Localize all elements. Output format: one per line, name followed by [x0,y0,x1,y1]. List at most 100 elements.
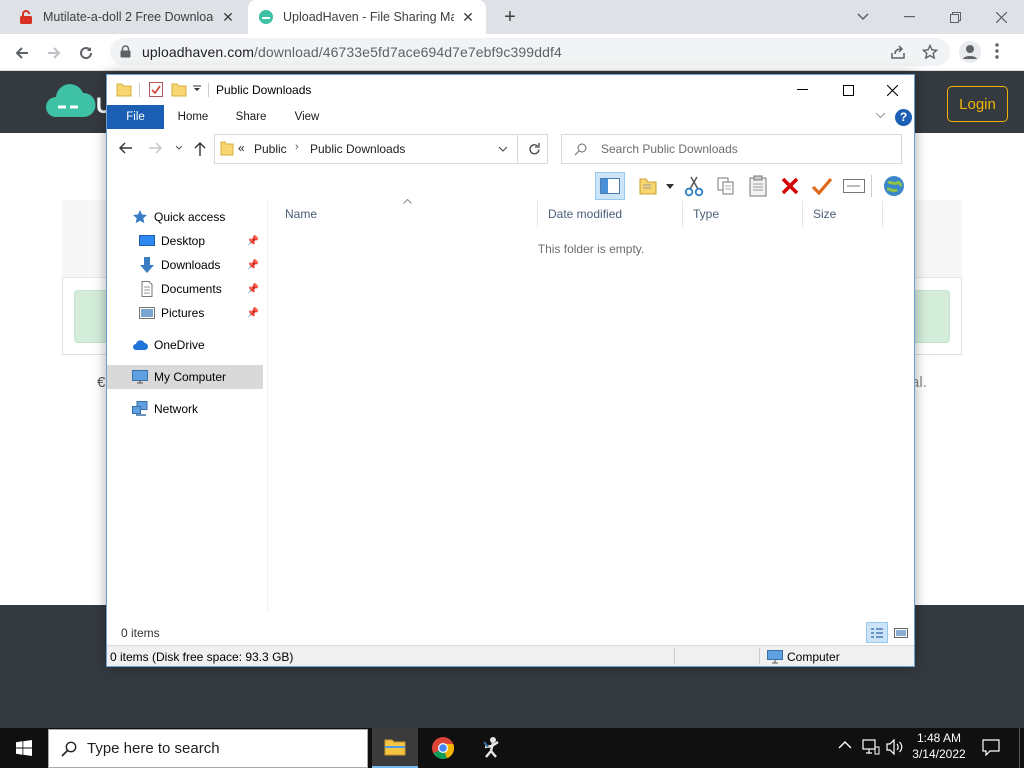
pane-splitter[interactable] [267,201,268,611]
browser-tab-inactive[interactable]: Mutilate-a-doll 2 Free Download ✕ [8,0,246,34]
explorer-window-title: Public Downloads [216,83,312,97]
url-host: uploadhaven.com [142,44,255,60]
column-date-modified[interactable]: Date modified [538,201,683,227]
nav-documents[interactable]: Documents 📌 [139,277,263,301]
close-tab-icon[interactable]: ✕ [220,9,236,25]
cut-scissors-icon[interactable] [681,173,707,199]
file-list-header: Name Date modified Type Size [275,199,884,227]
details-view-icon[interactable] [866,622,888,643]
network-tray-icon[interactable] [862,739,880,755]
details-status-bar: 0 items (Disk free space: 93.3 GB) Compu… [107,645,914,666]
notification-center-icon[interactable] [982,739,1000,756]
nav-network[interactable]: Network [132,397,262,421]
breadcrumb-separator-icon[interactable]: › [295,141,299,153]
new-tab-button[interactable]: + [498,6,522,30]
reload-icon[interactable] [73,40,99,66]
browser-tab-bar: Mutilate-a-doll 2 Free Download ✕ Upload… [0,0,1024,34]
forward-arrow-icon[interactable] [41,40,67,66]
bookmark-star-icon[interactable] [922,44,938,60]
breadcrumb-public[interactable]: Public [254,142,287,156]
chrome-taskbar-icon[interactable] [420,728,466,768]
pin-icon: 📌 [246,307,259,319]
explorer-search-box[interactable]: Search Public Downloads [561,134,902,164]
checkmark-icon[interactable] [809,173,835,199]
uploadhaven-logo-icon[interactable] [44,79,96,123]
explorer-back-icon[interactable] [119,141,133,155]
close-tab-icon[interactable]: ✕ [460,9,476,25]
pin-icon: 📌 [246,235,259,247]
ribbon-tab-view[interactable]: View [283,105,331,129]
show-desktop-button[interactable] [1019,728,1020,768]
file-explorer-taskbar-icon[interactable] [372,728,418,768]
explorer-close-icon[interactable] [869,75,915,105]
nav-desktop[interactable]: Desktop 📌 [139,229,263,253]
close-window-icon[interactable] [978,0,1024,34]
minimize-icon[interactable] [886,0,932,34]
paste-clipboard-icon[interactable] [745,173,771,199]
nav-my-computer[interactable]: My Computer [107,365,263,389]
page-text-left: € [97,374,106,391]
ribbon-tab-share[interactable]: Share [225,105,277,129]
status-location: Computer [787,650,840,664]
download-arrow-icon [139,257,155,273]
share-icon[interactable] [890,44,906,60]
desktop-icon [139,233,155,249]
kebab-menu-icon[interactable] [995,43,999,59]
nav-onedrive[interactable]: OneDrive [132,333,262,357]
properties-checkmark-icon[interactable] [149,82,163,97]
status-bar: 0 items [107,622,914,644]
taskbar-clock[interactable]: 1:48 AM 3/14/2022 [908,731,970,761]
browser-tab-active[interactable]: UploadHaven - File Sharing Mad ✕ [248,0,486,34]
start-button-windows-icon[interactable] [0,728,48,768]
browser-toolbar: uploadhaven.com/download/46733e5fd7ace69… [0,34,1024,71]
globe-icon[interactable] [881,173,907,199]
nav-quick-access[interactable]: Quick access [132,205,262,229]
qat-dropdown-icon[interactable] [193,85,201,93]
item-count: 0 items [121,626,160,640]
new-folder-toolbar-icon[interactable] [635,173,661,199]
copy-icon[interactable] [713,173,739,199]
address-dropdown-icon[interactable] [498,146,508,152]
explorer-maximize-icon[interactable] [825,75,871,105]
volume-icon[interactable] [886,739,904,755]
address-divider [517,135,518,163]
large-icons-view-icon[interactable] [890,622,912,643]
lock-icon [120,45,131,58]
delete-x-icon[interactable] [777,173,803,199]
refresh-icon[interactable] [528,142,541,156]
explorer-address-bar[interactable]: « Public › Public Downloads [214,134,548,164]
nav-downloads[interactable]: Downloads 📌 [139,253,263,277]
back-arrow-icon[interactable] [9,40,35,66]
new-folder-dropdown-icon[interactable] [663,173,677,199]
tab-search-icon[interactable] [840,0,886,34]
explorer-forward-icon[interactable] [148,141,162,155]
game-app-taskbar-icon[interactable] [468,728,514,768]
address-bar[interactable]: uploadhaven.com/download/46733e5fd7ace69… [110,38,950,66]
restore-icon[interactable] [932,0,978,34]
login-button[interactable]: Login [947,86,1008,122]
recent-locations-icon[interactable] [175,145,183,151]
expand-ribbon-chevron-icon[interactable] [875,112,886,119]
up-arrow-icon[interactable] [193,141,207,157]
ribbon-tab-file[interactable]: File [107,105,164,129]
explorer-minimize-icon[interactable] [779,75,825,105]
tab-title: UploadHaven - File Sharing Mad [283,10,454,24]
address-overflow[interactable]: « [238,141,245,155]
breadcrumb-public-downloads[interactable]: Public Downloads [310,142,405,156]
nav-pictures[interactable]: Pictures 📌 [139,301,263,325]
picture-icon [139,305,155,321]
new-folder-icon[interactable] [171,82,187,97]
ribbon-tab-home[interactable]: Home [167,105,219,129]
explorer-title-bar: Public Downloads [107,75,914,105]
column-type[interactable]: Type [683,201,803,227]
document-icon [139,281,155,297]
profile-avatar-icon[interactable] [959,41,981,63]
rename-icon[interactable] [841,173,867,199]
taskbar-search-box[interactable]: Type here to search [48,729,368,768]
explorer-command-bar [107,169,914,201]
show-hidden-icons-chevron-icon[interactable] [838,740,852,750]
column-name[interactable]: Name [275,201,538,227]
help-icon[interactable]: ? [895,109,912,126]
column-size[interactable]: Size [803,201,883,227]
preview-pane-icon[interactable] [595,172,625,200]
